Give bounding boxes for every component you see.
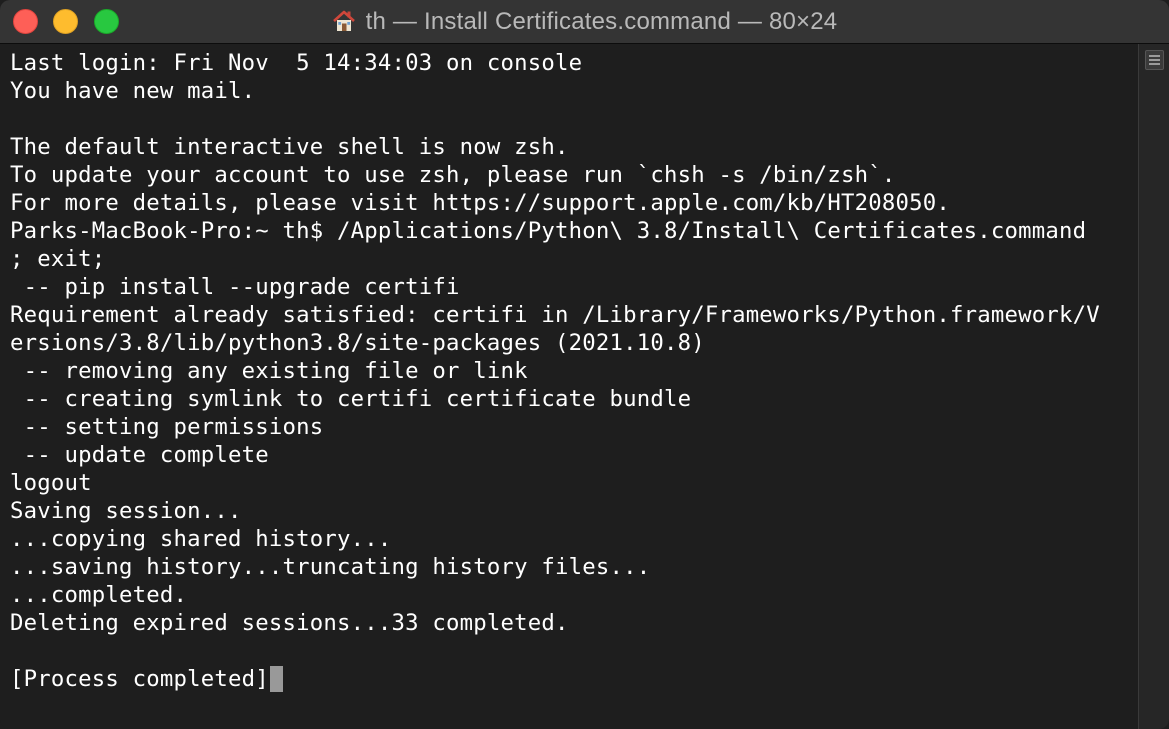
- terminal-line: Parks-MacBook-Pro:~ th$ /Applications/Py…: [10, 217, 1138, 245]
- terminal-line-text: -- setting permissions: [10, 414, 324, 440]
- terminal-line: ; exit;: [10, 245, 1138, 273]
- terminal-line: -- update complete: [10, 441, 1138, 469]
- terminal-line: Requirement already satisfied: certifi i…: [10, 301, 1138, 329]
- terminal-line-text: -- update complete: [10, 442, 269, 468]
- minimize-button[interactable]: [53, 9, 78, 34]
- terminal-line: -- pip install --upgrade certifi: [10, 273, 1138, 301]
- terminal-line-text: ersions/3.8/lib/python3.8/site-packages …: [10, 330, 705, 356]
- home-icon: [332, 10, 355, 31]
- terminal-line-text: -- pip install --upgrade certifi: [10, 274, 460, 300]
- terminal-line: ...saving history...truncating history f…: [10, 553, 1138, 581]
- terminal-line: Saving session...: [10, 497, 1138, 525]
- terminal-line: To update your account to use zsh, pleas…: [10, 161, 1138, 189]
- terminal-window: th — Install Certificates.command — 80×2…: [0, 0, 1169, 729]
- zoom-button[interactable]: [94, 9, 119, 34]
- terminal-line-text: ...saving history...truncating history f…: [10, 554, 651, 580]
- terminal-line-text: To update your account to use zsh, pleas…: [10, 162, 896, 188]
- terminal-line-text: -- creating symlink to certifi certifica…: [10, 386, 692, 412]
- terminal-line-text: Last login: Fri Nov 5 14:34:03 on consol…: [10, 50, 583, 76]
- terminal-line-text: -- removing any existing file or link: [10, 358, 528, 384]
- window-title-group: th — Install Certificates.command — 80×2…: [0, 0, 1169, 44]
- terminal-line-text: Requirement already satisfied: certifi i…: [10, 302, 1100, 328]
- terminal-line-text: [Process completed]: [10, 666, 269, 692]
- terminal-line: logout: [10, 469, 1138, 497]
- terminal-output[interactable]: Last login: Fri Nov 5 14:34:03 on consol…: [0, 44, 1138, 729]
- title-bar[interactable]: th — Install Certificates.command — 80×2…: [0, 0, 1169, 44]
- terminal-line-text: logout: [10, 470, 92, 496]
- terminal-line: ...copying shared history...: [10, 525, 1138, 553]
- terminal-line: -- setting permissions: [10, 413, 1138, 441]
- terminal-line-text: You have new mail.: [10, 78, 256, 104]
- terminal-line: -- removing any existing file or link: [10, 357, 1138, 385]
- terminal-line: For more details, please visit https://s…: [10, 189, 1138, 217]
- text-cursor: [269, 666, 283, 692]
- terminal-line-text: Parks-MacBook-Pro:~ th$ /Applications/Py…: [10, 218, 1087, 244]
- terminal-line: Deleting expired sessions...33 completed…: [10, 609, 1138, 637]
- terminal-line-text: Deleting expired sessions...33 completed…: [10, 610, 569, 636]
- terminal-line: The default interactive shell is now zsh…: [10, 133, 1138, 161]
- terminal-line: -- creating symlink to certifi certifica…: [10, 385, 1138, 413]
- terminal-line: [Process completed]: [10, 665, 1138, 693]
- terminal-line: ersions/3.8/lib/python3.8/site-packages …: [10, 329, 1138, 357]
- terminal-line-text: ...copying shared history...: [10, 526, 392, 552]
- terminal-line-text: ; exit;: [10, 246, 106, 272]
- terminal-line-text: ...completed.: [10, 582, 188, 608]
- split-pane-icon[interactable]: [1145, 50, 1164, 70]
- close-button[interactable]: [13, 9, 38, 34]
- terminal-line: You have new mail.: [10, 77, 1138, 105]
- terminal-line-text: Saving session...: [10, 498, 242, 524]
- terminal-line: ...completed.: [10, 581, 1138, 609]
- window-title: th — Install Certificates.command — 80×2…: [365, 8, 838, 35]
- terminal-line-text: For more details, please visit https://s…: [10, 190, 951, 216]
- terminal-line-text: The default interactive shell is now zsh…: [10, 134, 569, 160]
- scrollbar[interactable]: [1138, 44, 1169, 729]
- terminal-line: Last login: Fri Nov 5 14:34:03 on consol…: [10, 49, 1138, 77]
